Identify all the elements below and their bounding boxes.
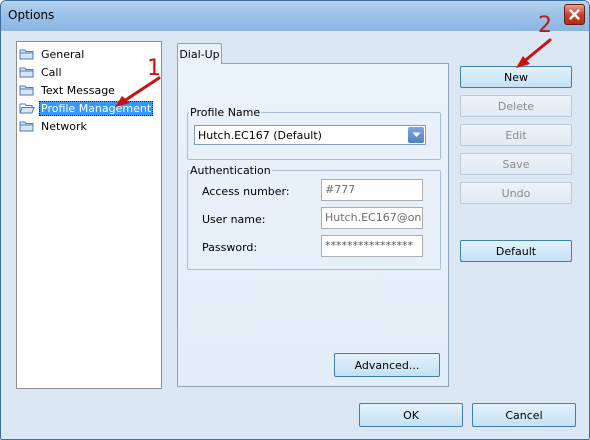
save-button[interactable]: Save bbox=[460, 153, 572, 175]
tree-item-label: Call bbox=[41, 65, 62, 79]
ok-button[interactable]: OK bbox=[359, 403, 463, 427]
tree-item-network[interactable]: Network bbox=[17, 117, 161, 135]
close-icon bbox=[569, 9, 580, 20]
title-bar[interactable]: Options bbox=[1, 1, 589, 31]
chevron-down-icon[interactable] bbox=[408, 127, 424, 143]
profile-select[interactable]: Hutch.EC167 (Default) bbox=[194, 125, 426, 145]
undo-button-label: Undo bbox=[501, 186, 531, 200]
annotation-arrow-1 bbox=[115, 76, 161, 107]
delete-button[interactable]: Delete bbox=[460, 95, 572, 117]
default-button[interactable]: Default bbox=[460, 240, 572, 262]
user-name-label: User name: bbox=[202, 213, 266, 226]
tree-item-label: General bbox=[41, 47, 85, 61]
edit-button[interactable]: Edit bbox=[460, 124, 572, 146]
authentication-legend: Authentication bbox=[190, 164, 271, 177]
advanced-button-label: Advanced... bbox=[354, 358, 420, 372]
dial-up-panel: Profile Name Hutch.EC167 (Default) Authe… bbox=[177, 63, 449, 387]
folder-icon bbox=[19, 67, 34, 78]
options-window: Options General Call Text Message Profil… bbox=[0, 0, 590, 440]
tree-item-label: Text Message bbox=[41, 83, 115, 97]
folder-icon bbox=[19, 121, 34, 132]
profile-select-value: Hutch.EC167 (Default) bbox=[198, 128, 322, 142]
save-button-label: Save bbox=[502, 157, 530, 171]
edit-button-label: Edit bbox=[505, 128, 527, 142]
access-number-label: Access number: bbox=[202, 185, 290, 198]
open-folder-icon bbox=[19, 103, 35, 114]
password-label: Password: bbox=[202, 241, 258, 254]
tab-label: Dial-Up bbox=[179, 47, 220, 61]
user-name-field[interactable]: Hutch.EC167@oneworld bbox=[321, 207, 423, 229]
folder-icon bbox=[19, 85, 34, 96]
folder-icon bbox=[19, 49, 34, 60]
new-button-label: New bbox=[504, 70, 528, 84]
ok-button-label: OK bbox=[403, 408, 419, 422]
access-number-field[interactable]: #777 bbox=[321, 179, 423, 201]
cancel-button[interactable]: Cancel bbox=[472, 403, 576, 427]
default-button-label: Default bbox=[495, 244, 537, 258]
tab-dial-up[interactable]: Dial-Up bbox=[177, 43, 222, 64]
window-title: Options bbox=[8, 8, 55, 22]
annotation-number-2: 2 bbox=[538, 13, 552, 38]
cancel-button-label: Cancel bbox=[505, 408, 543, 422]
profile-name-legend: Profile Name bbox=[190, 106, 261, 119]
delete-button-label: Delete bbox=[497, 99, 535, 113]
tree-item-general[interactable]: General bbox=[17, 45, 161, 63]
undo-button[interactable]: Undo bbox=[460, 182, 572, 204]
password-field[interactable]: **************** bbox=[321, 235, 423, 257]
close-button[interactable] bbox=[564, 4, 585, 25]
advanced-button[interactable]: Advanced... bbox=[334, 353, 440, 377]
annotation-arrow-2 bbox=[516, 38, 552, 68]
dialog-body: General Call Text Message Profile Manage… bbox=[8, 31, 582, 433]
tree-item-label: Network bbox=[41, 119, 87, 133]
